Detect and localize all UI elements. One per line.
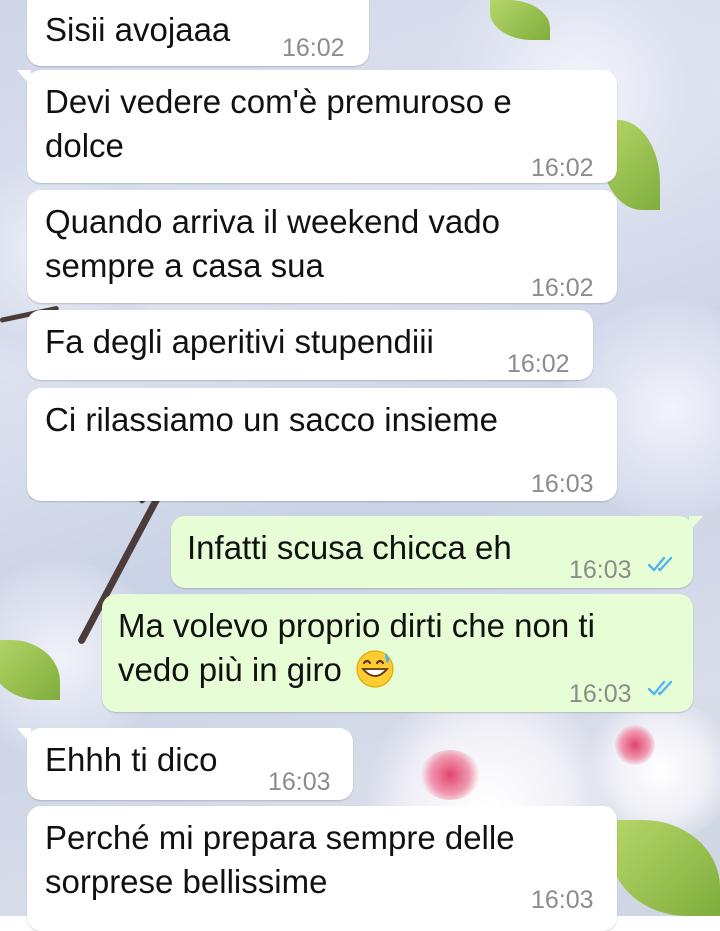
incoming-message-bubble[interactable]: Fa degli aperitivi stupendiii 16:02 bbox=[27, 310, 593, 380]
message-text-line: sorprese bellissime bbox=[45, 863, 328, 900]
message-text: Fa degli aperitivi stupendiii bbox=[45, 323, 434, 360]
grinning-face-with-sweat-icon bbox=[356, 650, 394, 688]
message-text: Sisii avojaaa bbox=[45, 11, 231, 48]
incoming-message-bubble[interactable]: Devi vedere com'è premuroso e dolce 16:0… bbox=[17, 70, 617, 183]
message-timestamp: 16:03 bbox=[569, 680, 632, 708]
blossom-center-decoration bbox=[615, 725, 655, 765]
message-timestamp: 16:02 bbox=[282, 34, 345, 62]
bubble-tail bbox=[17, 728, 31, 744]
incoming-message-bubble[interactable]: Perché mi prepara sempre delle sorprese … bbox=[27, 806, 617, 931]
incoming-message-bubble[interactable]: Ehhh ti dico 16:03 bbox=[17, 728, 353, 800]
message-text: vedo più in giro bbox=[118, 651, 342, 688]
bubble-tail bbox=[689, 516, 703, 532]
incoming-message-bubble[interactable]: Ci rilassiamo un sacco insieme 16:03 bbox=[27, 388, 617, 501]
message-text-line: Devi vedere com'è premuroso e bbox=[45, 83, 512, 120]
message-timestamp: 16:03 bbox=[531, 886, 594, 914]
outgoing-message-bubble[interactable]: Infatti scusa chicca eh 16:03 bbox=[171, 516, 703, 588]
message-timestamp: 16:03 bbox=[268, 768, 331, 796]
message-text: Ehhh ti dico bbox=[45, 741, 218, 778]
message-text-line: Quando arriva il weekend vado bbox=[45, 203, 500, 240]
message-text-line: dolce bbox=[45, 127, 124, 164]
message-timestamp: 16:02 bbox=[507, 350, 570, 378]
message-text-line: Ma volevo proprio dirti che non ti bbox=[118, 607, 595, 644]
message-text-line: Perché mi prepara sempre delle bbox=[45, 819, 515, 856]
leaf-decoration bbox=[610, 820, 720, 916]
double-check-icon bbox=[647, 680, 673, 696]
message-text: Ci rilassiamo un sacco insieme bbox=[45, 401, 498, 438]
message-text-line: vedo più in giro bbox=[118, 648, 395, 692]
message-timestamp: 16:03 bbox=[569, 556, 632, 584]
incoming-message-bubble[interactable]: Sisii avojaaa 16:02 bbox=[27, 0, 369, 66]
incoming-message-bubble[interactable]: Quando arriva il weekend vado sempre a c… bbox=[27, 190, 617, 303]
blossom-center-decoration bbox=[420, 750, 480, 800]
outgoing-message-bubble[interactable]: Ma volevo proprio dirti che non ti vedo … bbox=[102, 594, 693, 712]
bubble-tail bbox=[17, 70, 31, 86]
message-timestamp: 16:03 bbox=[531, 470, 594, 498]
double-check-icon bbox=[647, 556, 673, 572]
message-timestamp: 16:02 bbox=[531, 274, 594, 302]
message-text: Infatti scusa chicca eh bbox=[187, 529, 512, 566]
message-timestamp: 16:02 bbox=[531, 154, 594, 182]
message-text-line: sempre a casa sua bbox=[45, 247, 324, 284]
